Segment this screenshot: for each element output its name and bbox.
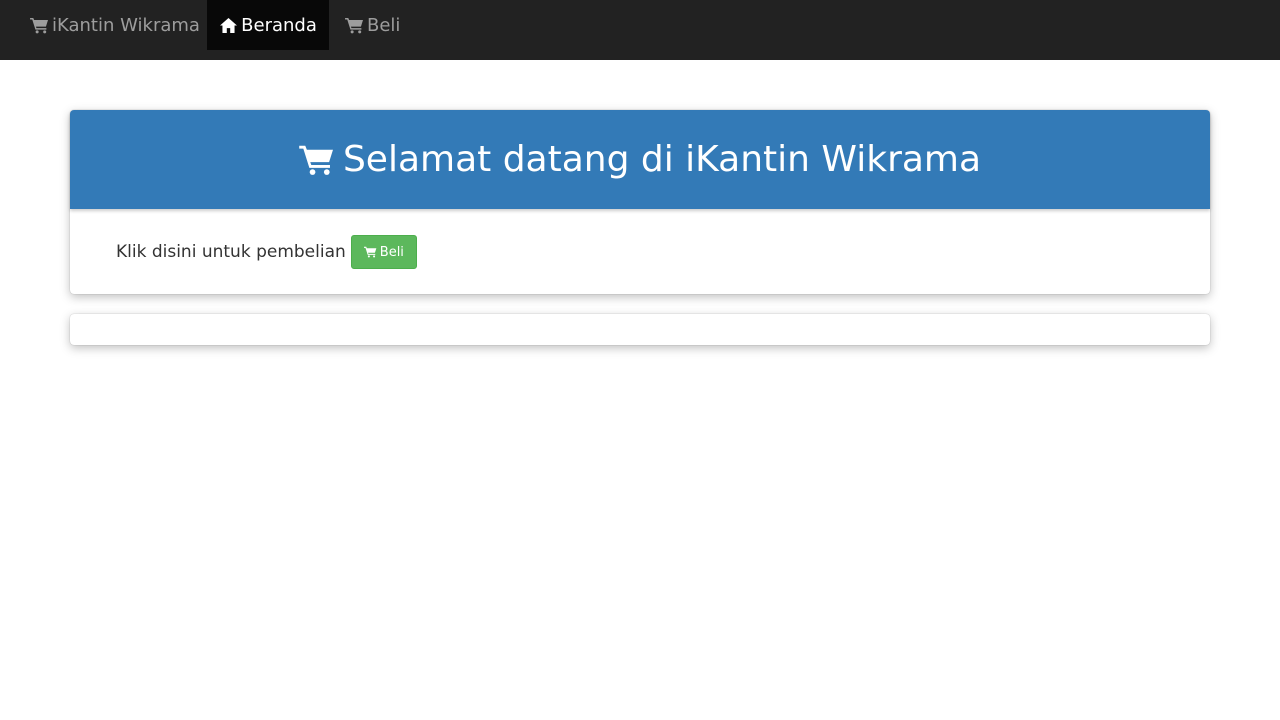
page-title: Selamat datang di iKantin Wikrama — [342, 139, 982, 180]
navbar-brand[interactable]: iKantin Wikrama — [30, 0, 200, 50]
shopping-cart-icon — [364, 246, 377, 258]
beli-button-label: Beli — [379, 244, 404, 260]
purchase-prompt-text: Klik disini untuk pembelian — [116, 242, 346, 262]
top-navbar: iKantin Wikrama Beranda Beli — [0, 0, 1280, 60]
welcome-heading: Selamat datang di iKantin Wikrama — [70, 110, 1210, 209]
empty-panel — [70, 314, 1210, 345]
navbar-brand-label: iKantin Wikrama — [52, 14, 200, 36]
nav-item-beli[interactable]: Beli — [345, 0, 400, 50]
welcome-body: Klik disini untuk pembelian Beli — [116, 235, 417, 269]
home-icon — [219, 17, 238, 34]
shopping-cart-icon — [345, 17, 364, 34]
nav-item-beranda-label: Beranda — [241, 14, 317, 36]
nav-item-beranda[interactable]: Beranda — [207, 0, 329, 50]
shopping-cart-icon — [30, 17, 49, 34]
shopping-cart-icon — [299, 144, 335, 176]
beli-button[interactable]: Beli — [350, 235, 417, 269]
welcome-panel: Selamat datang di iKantin Wikrama Klik d… — [70, 110, 1210, 294]
nav-item-beli-label: Beli — [367, 14, 401, 36]
